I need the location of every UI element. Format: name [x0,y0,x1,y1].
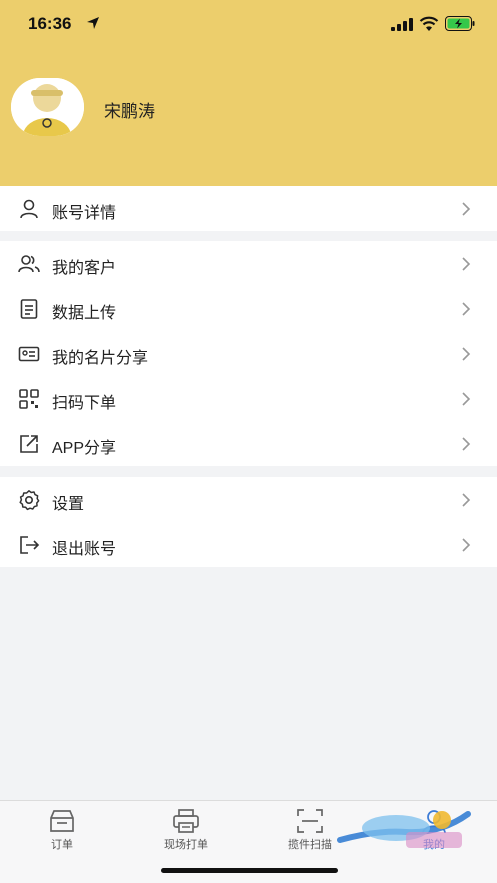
menu-item-business-card-share[interactable]: 我的名片分享 [0,331,497,376]
share-icon [20,435,38,453]
profile-header: 16:36 宋鹏涛 [0,0,497,186]
menu-item-label: 我的客户 [52,260,117,277]
menu-group-business: 我的客户 数据上传 我的名片分享 扫码下单 APP分享 [0,241,497,466]
tab-onsite-print[interactable]: 现场打单 [124,801,248,861]
cellular-signal-icon [391,18,413,31]
status-bar: 16:36 [0,0,497,48]
chevron-right-icon [462,493,471,507]
watermark-logo [337,811,471,848]
tab-label: 现场打单 [164,839,208,851]
tab-label: 订单 [51,839,73,851]
printer-icon [173,809,199,833]
chevron-right-icon [462,392,471,406]
customers-icon [18,255,40,273]
menu-item-account-details[interactable]: 账号详情 [0,186,497,231]
inbox-icon [50,810,74,832]
avatar-illustration [11,78,84,136]
menu-item-my-customers[interactable]: 我的客户 [0,241,497,286]
menu-group-system: 设置 退出账号 [0,477,497,567]
chevron-right-icon [462,302,471,316]
battery-charging-icon [445,16,475,31]
menu-item-scan-order[interactable]: 扫码下单 [0,376,497,421]
user-icon [20,199,38,219]
menu-item-label: 设置 [52,496,85,513]
menu-item-app-share[interactable]: APP分享 [0,421,497,466]
card-icon [18,346,40,362]
chevron-right-icon [462,257,471,271]
chevron-right-icon [462,347,471,361]
scan-icon [297,809,323,833]
chevron-right-icon [462,437,471,451]
menu-item-label: 我的名片分享 [52,350,149,367]
menu-group-account: 账号详情 [0,186,497,231]
logout-icon [20,536,40,554]
location-arrow-icon [87,17,99,29]
home-indicator[interactable] [161,868,338,873]
status-time: 16:36 [28,14,72,33]
menu-item-settings[interactable]: 设置 [0,477,497,522]
gear-icon [19,490,40,511]
qr-icon [19,389,39,409]
menu-item-logout[interactable]: 退出账号 [0,522,497,567]
chevron-right-icon [462,202,471,216]
wifi-icon [419,16,439,31]
profile-name: 宋鹏涛 [104,102,155,121]
menu-item-label: APP分享 [52,440,117,457]
chevron-right-icon [462,538,471,552]
avatar[interactable] [11,78,84,136]
menu-item-data-upload[interactable]: 数据上传 [0,286,497,331]
menu-item-label: 退出账号 [52,541,117,558]
menu-item-label: 账号详情 [52,205,117,222]
menu-item-label: 扫码下单 [52,395,117,412]
menu-item-label: 数据上传 [52,305,117,322]
tab-orders[interactable]: 订单 [0,801,124,861]
document-icon [20,299,38,319]
